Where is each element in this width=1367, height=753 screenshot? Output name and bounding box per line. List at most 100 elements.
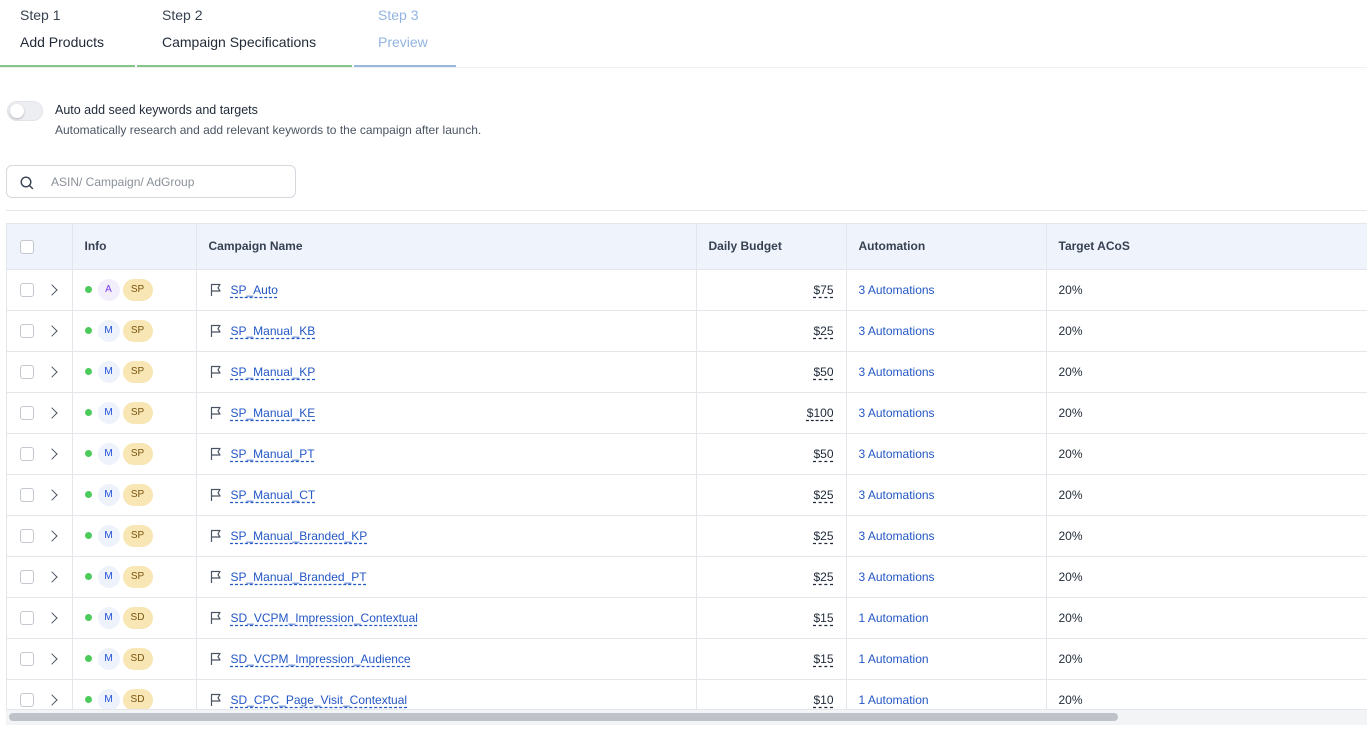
automation-link[interactable]: 3 Automations — [859, 529, 935, 543]
ad-type-badge: SP — [122, 565, 153, 588]
daily-budget-value[interactable]: $15 — [813, 652, 833, 666]
row-checkbox[interactable] — [20, 692, 34, 707]
info-cell: M SP — [72, 556, 197, 598]
campaign-name-link[interactable]: SP_Manual_Branded_KP — [231, 529, 368, 543]
automation-link[interactable]: 3 Automations — [859, 283, 935, 297]
automation-link[interactable]: 3 Automations — [859, 324, 935, 338]
step-title: Preview — [378, 34, 428, 50]
campaign-name-cell: SP_Manual_KB — [196, 310, 697, 352]
targeting-badge: M — [97, 401, 120, 424]
step-campaign-specifications[interactable]: Step 2 Campaign Specifications — [137, 0, 352, 68]
target-acos-value: 20% — [1058, 446, 1083, 461]
chevron-right-icon[interactable] — [46, 694, 58, 706]
auto-seed-description: Automatically research and add relevant … — [55, 123, 482, 137]
chevron-right-icon[interactable] — [46, 571, 58, 583]
targeting-badge: M — [97, 688, 120, 711]
chevron-right-icon[interactable] — [46, 407, 58, 419]
daily-budget-value[interactable]: $25 — [813, 529, 833, 543]
row-select-cell — [7, 597, 73, 639]
daily-budget-cell: $15 — [696, 638, 847, 680]
daily-budget-value[interactable]: $25 — [813, 488, 833, 502]
chevron-right-icon[interactable] — [46, 366, 58, 378]
row-select-cell — [7, 310, 73, 352]
column-header-campaign-name[interactable]: Campaign Name — [196, 224, 697, 270]
daily-budget-value[interactable]: $25 — [813, 570, 833, 584]
table-row: M SP SP_Manual_CT $25 3 Automations 20% — [7, 474, 1367, 516]
daily-budget-value[interactable]: $75 — [813, 283, 833, 297]
search-input[interactable] — [51, 173, 281, 191]
chevron-right-icon[interactable] — [46, 284, 58, 296]
toggle-knob — [10, 104, 24, 118]
ad-type-badge: SP — [122, 319, 153, 342]
column-header-target-acos[interactable]: Target ACoS — [1046, 224, 1367, 270]
search-icon — [20, 176, 34, 190]
step-progress-bar — [137, 65, 352, 67]
auto-seed-toggle[interactable] — [7, 101, 43, 121]
automation-link[interactable]: 1 Automation — [859, 693, 929, 707]
row-select-cell — [7, 269, 73, 311]
flag-icon — [210, 570, 221, 583]
campaign-name-link[interactable]: SP_Manual_KE — [231, 406, 316, 420]
campaign-name-link[interactable]: SD_VCPM_Impression_Contextual — [231, 611, 418, 625]
column-header-automation[interactable]: Automation — [846, 224, 1047, 270]
automation-link[interactable]: 3 Automations — [859, 447, 935, 461]
automation-link[interactable]: 3 Automations — [859, 570, 935, 584]
chevron-right-icon[interactable] — [46, 530, 58, 542]
targeting-badge: M — [97, 524, 120, 547]
campaign-name-link[interactable]: SP_Manual_KB — [231, 324, 316, 338]
row-checkbox[interactable] — [20, 610, 34, 625]
campaign-name-cell: SP_Manual_Branded_PT — [196, 556, 697, 598]
daily-budget-value[interactable]: $25 — [813, 324, 833, 338]
daily-budget-value[interactable]: $15 — [813, 611, 833, 625]
chevron-right-icon[interactable] — [46, 612, 58, 624]
campaign-name-link[interactable]: SP_Manual_KP — [231, 365, 316, 379]
daily-budget-cell: $50 — [696, 351, 847, 393]
automation-link[interactable]: 3 Automations — [859, 406, 935, 420]
automation-link[interactable]: 3 Automations — [859, 488, 935, 502]
row-checkbox[interactable] — [20, 405, 34, 420]
step-preview[interactable]: Step 3 Preview — [354, 0, 456, 68]
daily-budget-value[interactable]: $50 — [813, 365, 833, 379]
campaign-name-link[interactable]: SP_Manual_Branded_PT — [231, 570, 367, 584]
campaign-name-cell: SP_Manual_CT — [196, 474, 697, 516]
automation-link[interactable]: 1 Automation — [859, 652, 929, 666]
row-checkbox[interactable] — [20, 569, 34, 584]
select-all-checkbox[interactable] — [20, 239, 34, 254]
step-title: Campaign Specifications — [162, 34, 317, 50]
ad-type-badge: SP — [122, 401, 153, 424]
horizontal-scrollbar[interactable] — [6, 709, 1367, 725]
row-checkbox[interactable] — [20, 651, 34, 666]
daily-budget-value[interactable]: $10 — [813, 693, 833, 707]
row-checkbox[interactable] — [20, 323, 34, 338]
step-add-products[interactable]: Step 1 Add Products — [0, 0, 135, 68]
status-dot — [84, 368, 92, 375]
targeting-badge: M — [97, 647, 120, 670]
row-checkbox[interactable] — [20, 487, 34, 502]
daily-budget-value[interactable]: $100 — [807, 406, 834, 420]
row-checkbox[interactable] — [20, 364, 34, 379]
chevron-right-icon[interactable] — [46, 325, 58, 337]
row-checkbox[interactable] — [20, 446, 34, 461]
target-acos-cell: 20% — [1046, 351, 1367, 393]
status-dot — [84, 491, 92, 498]
campaign-name-link[interactable]: SD_VCPM_Impression_Audience — [231, 652, 411, 666]
chevron-right-icon[interactable] — [46, 489, 58, 501]
automation-cell: 1 Automation — [846, 597, 1047, 639]
campaign-name-link[interactable]: SP_Manual_CT — [231, 488, 316, 502]
campaign-name-link[interactable]: SP_Auto — [231, 283, 278, 297]
campaign-name-link[interactable]: SD_CPC_Page_Visit_Contextual — [231, 693, 408, 707]
status-dot — [84, 409, 92, 416]
targeting-badge: M — [97, 442, 120, 465]
scrollbar-thumb[interactable] — [9, 713, 1118, 721]
daily-budget-value[interactable]: $50 — [813, 447, 833, 461]
status-dot — [84, 614, 92, 621]
chevron-right-icon[interactable] — [46, 448, 58, 460]
row-checkbox[interactable] — [20, 282, 34, 297]
automation-link[interactable]: 3 Automations — [859, 365, 935, 379]
automation-link[interactable]: 1 Automation — [859, 611, 929, 625]
chevron-right-icon[interactable] — [46, 653, 58, 665]
status-dot — [84, 327, 92, 334]
column-header-daily-budget[interactable]: Daily Budget — [696, 224, 847, 270]
row-checkbox[interactable] — [20, 528, 34, 543]
campaign-name-link[interactable]: SP_Manual_PT — [231, 447, 315, 461]
